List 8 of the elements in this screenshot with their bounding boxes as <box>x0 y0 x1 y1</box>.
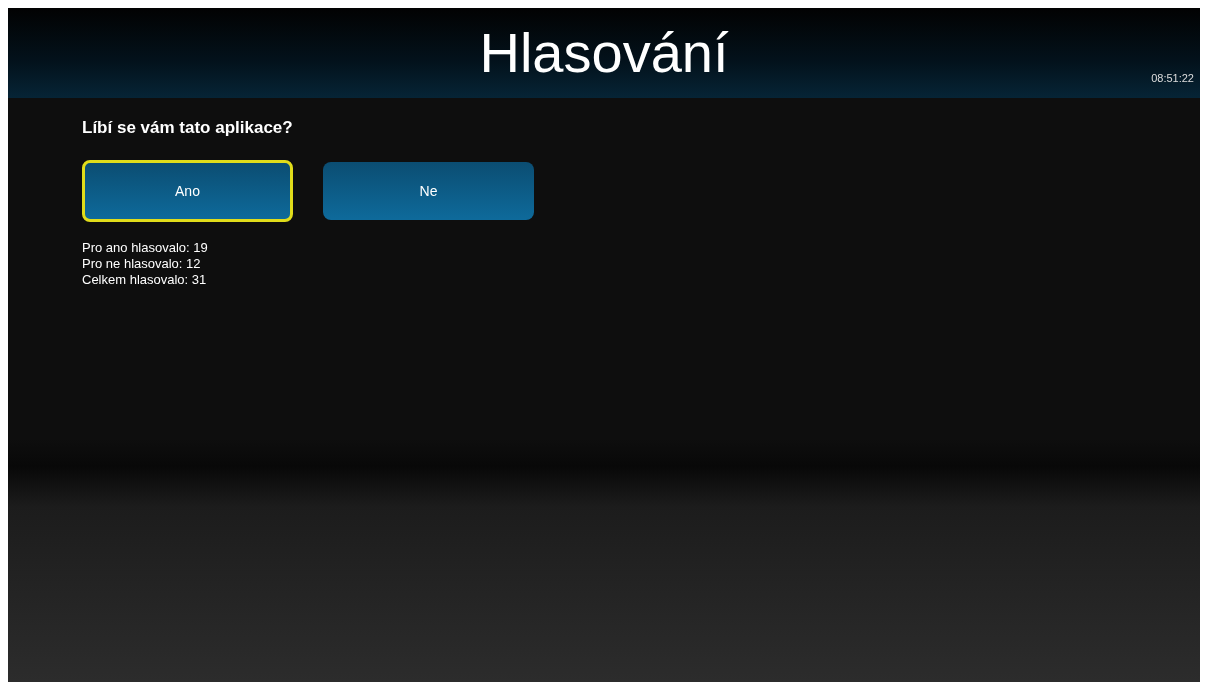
result-line: Pro ano hlasovalo: 19 <box>82 240 209 256</box>
result-line: Celkem hlasovalo: 31 <box>82 272 208 288</box>
page-title: Hlasování <box>479 25 729 81</box>
vote-button[interactable]: Ano <box>82 160 293 222</box>
question: Líbí se vám tato aplikace? <box>82 118 294 138</box>
clock: 08:51:22 <box>1151 72 1194 84</box>
vote-button[interactable]: Ne <box>323 162 534 220</box>
result-line: Pro ne hlasovalo: 12 <box>82 256 202 272</box>
